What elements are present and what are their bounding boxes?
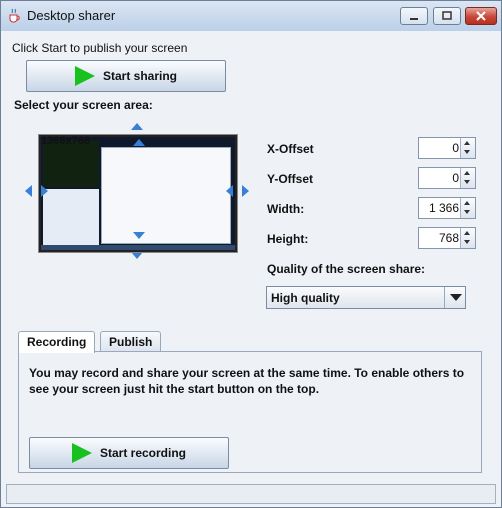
height-label: Height: [267,232,309,246]
java-cup-icon [9,8,20,23]
spinner-up-icon[interactable] [464,231,470,235]
quality-label: Quality of the screen share: [267,262,426,276]
minimize-button[interactable] [400,7,428,25]
move-up-arrow-icon[interactable] [131,123,143,130]
recording-description: You may record and share your screen at … [29,366,465,396]
play-icon [71,443,92,463]
spinner-down-icon[interactable] [464,180,470,184]
preview-bottom-handle-icon[interactable] [133,232,145,239]
spinner-up-icon[interactable] [464,201,470,205]
spinner-down-icon[interactable] [464,150,470,154]
preview-top-handle-icon[interactable] [133,139,145,146]
tab-publish[interactable]: Publish [100,331,162,352]
preview-window [101,147,231,244]
y-offset-label: Y-Offset [267,172,314,186]
maximize-button[interactable] [433,7,461,25]
quality-selected-value: High quality [271,291,340,305]
move-right-arrow-icon[interactable] [242,185,249,197]
spinner-down-icon[interactable] [464,240,470,244]
close-button[interactable] [465,7,497,25]
publish-instruction: Click Start to publish your screen [12,41,188,55]
start-recording-label: Start recording [99,446,186,460]
start-sharing-button[interactable]: Start sharing [26,60,226,92]
width-stepper[interactable] [460,198,475,218]
main-panel: Click Start to publish your screen Start… [4,31,498,505]
quality-select[interactable]: High quality [266,286,466,309]
chevron-down-icon [450,294,462,301]
move-down-arrow-icon[interactable] [131,252,143,259]
height-value: 768 [438,231,459,245]
start-recording-button[interactable]: Start recording [29,437,229,469]
preview-resolution-text: 1366x768 [41,135,90,147]
maximize-icon [442,11,452,20]
y-offset-stepper[interactable] [460,168,475,188]
width-spinner[interactable]: 1 366 [418,197,476,219]
start-sharing-label: Start sharing [102,69,177,83]
x-offset-label: X-Offset [267,142,314,156]
move-left-arrow-icon[interactable] [25,185,32,197]
x-offset-value: 0 [452,141,459,155]
width-value: 1 366 [428,201,459,215]
tab-publish-label: Publish [109,335,153,349]
width-label: Width: [267,202,305,216]
preview-right-handle-icon[interactable] [226,185,233,197]
y-offset-spinner[interactable]: 0 [418,167,476,189]
window-title: Desktop sharer [27,8,116,23]
title-bar[interactable]: Desktop sharer [1,1,501,31]
preview-terminal [43,141,99,187]
recording-tab-panel: You may record and share your screen at … [18,351,482,473]
preview-taskbar [41,245,235,250]
desktop-sharer-window: Desktop sharer Click Start to publish yo… [0,0,502,508]
x-offset-spinner[interactable]: 0 [418,137,476,159]
spinner-up-icon[interactable] [464,171,470,175]
x-offset-stepper[interactable] [460,138,475,158]
height-spinner[interactable]: 768 [418,227,476,249]
spinner-up-icon[interactable] [464,141,470,145]
tab-recording-label: Recording [27,335,87,349]
height-stepper[interactable] [460,228,475,248]
screen-area-label: Select your screen area: [14,98,153,112]
y-offset-value: 0 [452,171,459,185]
play-icon [74,66,95,86]
preview-file-panel [43,189,99,249]
minimize-icon [410,18,418,20]
spinner-down-icon[interactable] [464,210,470,214]
preview-left-handle-icon[interactable] [41,185,48,197]
quality-dropdown-button[interactable] [444,287,465,308]
close-icon [476,11,486,21]
tab-recording[interactable]: Recording [18,331,96,353]
status-bar [6,484,496,504]
